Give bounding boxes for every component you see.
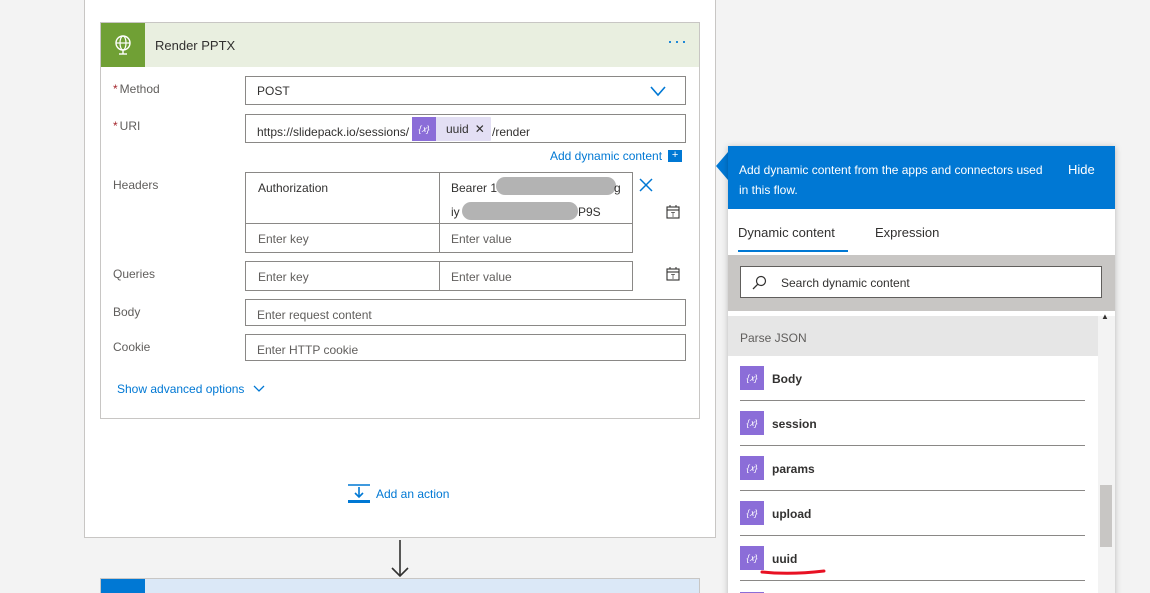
header-key-authorization[interactable]: Authorization bbox=[258, 181, 328, 195]
panel-message: Add dynamic content from the apps and co… bbox=[739, 163, 1043, 197]
search-placeholder: Search dynamic content bbox=[781, 276, 910, 290]
show-advanced-options-label: Show advanced options bbox=[117, 382, 245, 396]
scrollbar[interactable] bbox=[1098, 316, 1115, 593]
next-action-card[interactable] bbox=[100, 578, 700, 593]
uri-prefix: https://slidepack.io/sessions/ bbox=[257, 125, 410, 139]
query-value-input[interactable]: Enter value bbox=[451, 270, 512, 284]
switch-to-text-mode-icon[interactable]: T bbox=[665, 204, 681, 220]
dynamic-item-label: session bbox=[772, 417, 817, 431]
uri-suffix: /render bbox=[492, 125, 531, 139]
chevron-down-icon bbox=[253, 385, 265, 392]
add-an-action-label: Add an action bbox=[376, 487, 450, 501]
tab-dynamic-content[interactable]: Dynamic content bbox=[738, 225, 835, 240]
dynamic-item-label: Body bbox=[772, 372, 802, 386]
more-options-icon[interactable]: ··· bbox=[667, 31, 688, 52]
http-globe-icon bbox=[101, 23, 145, 67]
add-action-icon bbox=[348, 484, 370, 503]
dynamic-item-session[interactable]: {𝑥} session bbox=[740, 401, 1085, 446]
next-action-icon bbox=[101, 579, 145, 593]
body-label: Body bbox=[113, 305, 141, 319]
panel-header: Add dynamic content from the apps and co… bbox=[728, 146, 1115, 209]
cookie-input[interactable]: Enter HTTP cookie bbox=[245, 334, 686, 361]
body-placeholder: Enter request content bbox=[257, 308, 372, 322]
dynamic-item-label: uuid bbox=[772, 552, 798, 566]
scroll-up-icon[interactable]: ▲ bbox=[1101, 312, 1109, 321]
uri-label-text: URI bbox=[119, 119, 141, 133]
queries-table: Enter key Enter value bbox=[245, 261, 633, 291]
add-dynamic-content-link[interactable]: Add dynamic content + bbox=[550, 149, 683, 163]
search-icon bbox=[752, 275, 767, 290]
dynamic-token-icon: {𝑥} bbox=[740, 366, 764, 390]
add-dynamic-content-label: Add dynamic content bbox=[550, 149, 663, 163]
arrow-down-icon bbox=[391, 540, 409, 578]
add-an-action-button[interactable]: Add an action bbox=[348, 484, 449, 504]
method-label-text: Method bbox=[119, 82, 160, 96]
header-value-line1-start: Bearer 1 bbox=[451, 181, 498, 195]
dynamic-token-icon: {𝑥} bbox=[740, 456, 764, 480]
headers-label: Headers bbox=[113, 178, 159, 192]
headers-table: Authorization Bearer 1 g iy P9S Enter ke… bbox=[245, 172, 633, 253]
group-header-parse-json: Parse JSON bbox=[728, 316, 1098, 356]
close-icon[interactable] bbox=[639, 178, 653, 192]
hide-panel-button[interactable]: Hide bbox=[1068, 162, 1095, 177]
plus-icon: + bbox=[668, 150, 683, 162]
dynamic-item-uuid[interactable]: {𝑥} uuid bbox=[740, 536, 1085, 581]
dynamic-token-icon: {𝑥} bbox=[740, 411, 764, 435]
method-dropdown[interactable]: POST bbox=[245, 76, 686, 105]
chevron-down-icon bbox=[650, 86, 666, 97]
header-value-line2-start: iy bbox=[451, 205, 460, 219]
dynamic-item-label: upload bbox=[772, 507, 812, 521]
redaction-blur bbox=[462, 202, 578, 220]
queries-label: Queries bbox=[113, 267, 156, 281]
red-underline-annotation bbox=[760, 569, 826, 575]
dynamic-item-upload[interactable]: {𝑥} upload bbox=[740, 491, 1085, 536]
redaction-blur bbox=[496, 177, 616, 195]
group-title: Parse JSON bbox=[740, 331, 807, 345]
remove-token-icon[interactable]: ✕ bbox=[475, 122, 491, 136]
show-advanced-options-link[interactable]: Show advanced options bbox=[117, 382, 265, 396]
search-input[interactable]: Search dynamic content bbox=[740, 266, 1102, 298]
required-marker: * bbox=[113, 119, 118, 133]
method-label: * Method bbox=[113, 82, 160, 96]
dynamic-item-params[interactable]: {𝑥} params bbox=[740, 446, 1085, 491]
switch-to-text-mode-icon[interactable]: T bbox=[665, 266, 681, 282]
dynamic-item-label: params bbox=[772, 462, 815, 476]
query-key-input[interactable]: Enter key bbox=[258, 270, 309, 284]
header-value-line1-end: g bbox=[614, 181, 621, 195]
cookie-label: Cookie bbox=[113, 340, 151, 354]
uuid-token[interactable]: {𝑥} uuid ✕ bbox=[412, 117, 491, 141]
header-value-input[interactable]: Enter value bbox=[451, 232, 512, 246]
dynamic-item-body[interactable]: {𝑥} Body bbox=[740, 356, 1085, 401]
uri-label: * URI bbox=[113, 119, 140, 133]
dynamic-token-icon: {𝑥} bbox=[740, 501, 764, 525]
cookie-placeholder: Enter HTTP cookie bbox=[257, 343, 359, 357]
panel-pointer bbox=[716, 152, 728, 180]
action-card-render-pptx: Render PPTX ··· * Method POST * URI https:… bbox=[100, 22, 700, 419]
svg-text:T: T bbox=[671, 212, 676, 219]
header-value-authorization[interactable]: Bearer 1 g iy P9S bbox=[440, 173, 632, 223]
method-value: POST bbox=[257, 84, 290, 98]
header-value-line2-end: P9S bbox=[578, 205, 601, 219]
uri-input[interactable]: https://slidepack.io/sessions/ {𝑥} uuid … bbox=[245, 114, 686, 143]
active-tab-indicator bbox=[738, 250, 848, 252]
token-label: uuid bbox=[446, 122, 469, 136]
header-key-input[interactable]: Enter key bbox=[258, 232, 309, 246]
body-input[interactable]: Enter request content bbox=[245, 299, 686, 326]
tab-expression[interactable]: Expression bbox=[875, 225, 939, 240]
card-header[interactable]: Render PPTX ··· bbox=[101, 23, 699, 67]
scrollbar-thumb[interactable] bbox=[1100, 485, 1112, 547]
search-area: Search dynamic content bbox=[728, 255, 1115, 311]
dynamic-content-panel: Add dynamic content from the apps and co… bbox=[728, 146, 1115, 593]
required-marker: * bbox=[113, 82, 118, 96]
dynamic-token-icon: {𝑥} bbox=[412, 117, 436, 141]
card-title[interactable]: Render PPTX bbox=[155, 38, 235, 53]
dynamic-token-icon: {𝑥} bbox=[740, 546, 764, 570]
svg-text:T: T bbox=[671, 274, 676, 281]
